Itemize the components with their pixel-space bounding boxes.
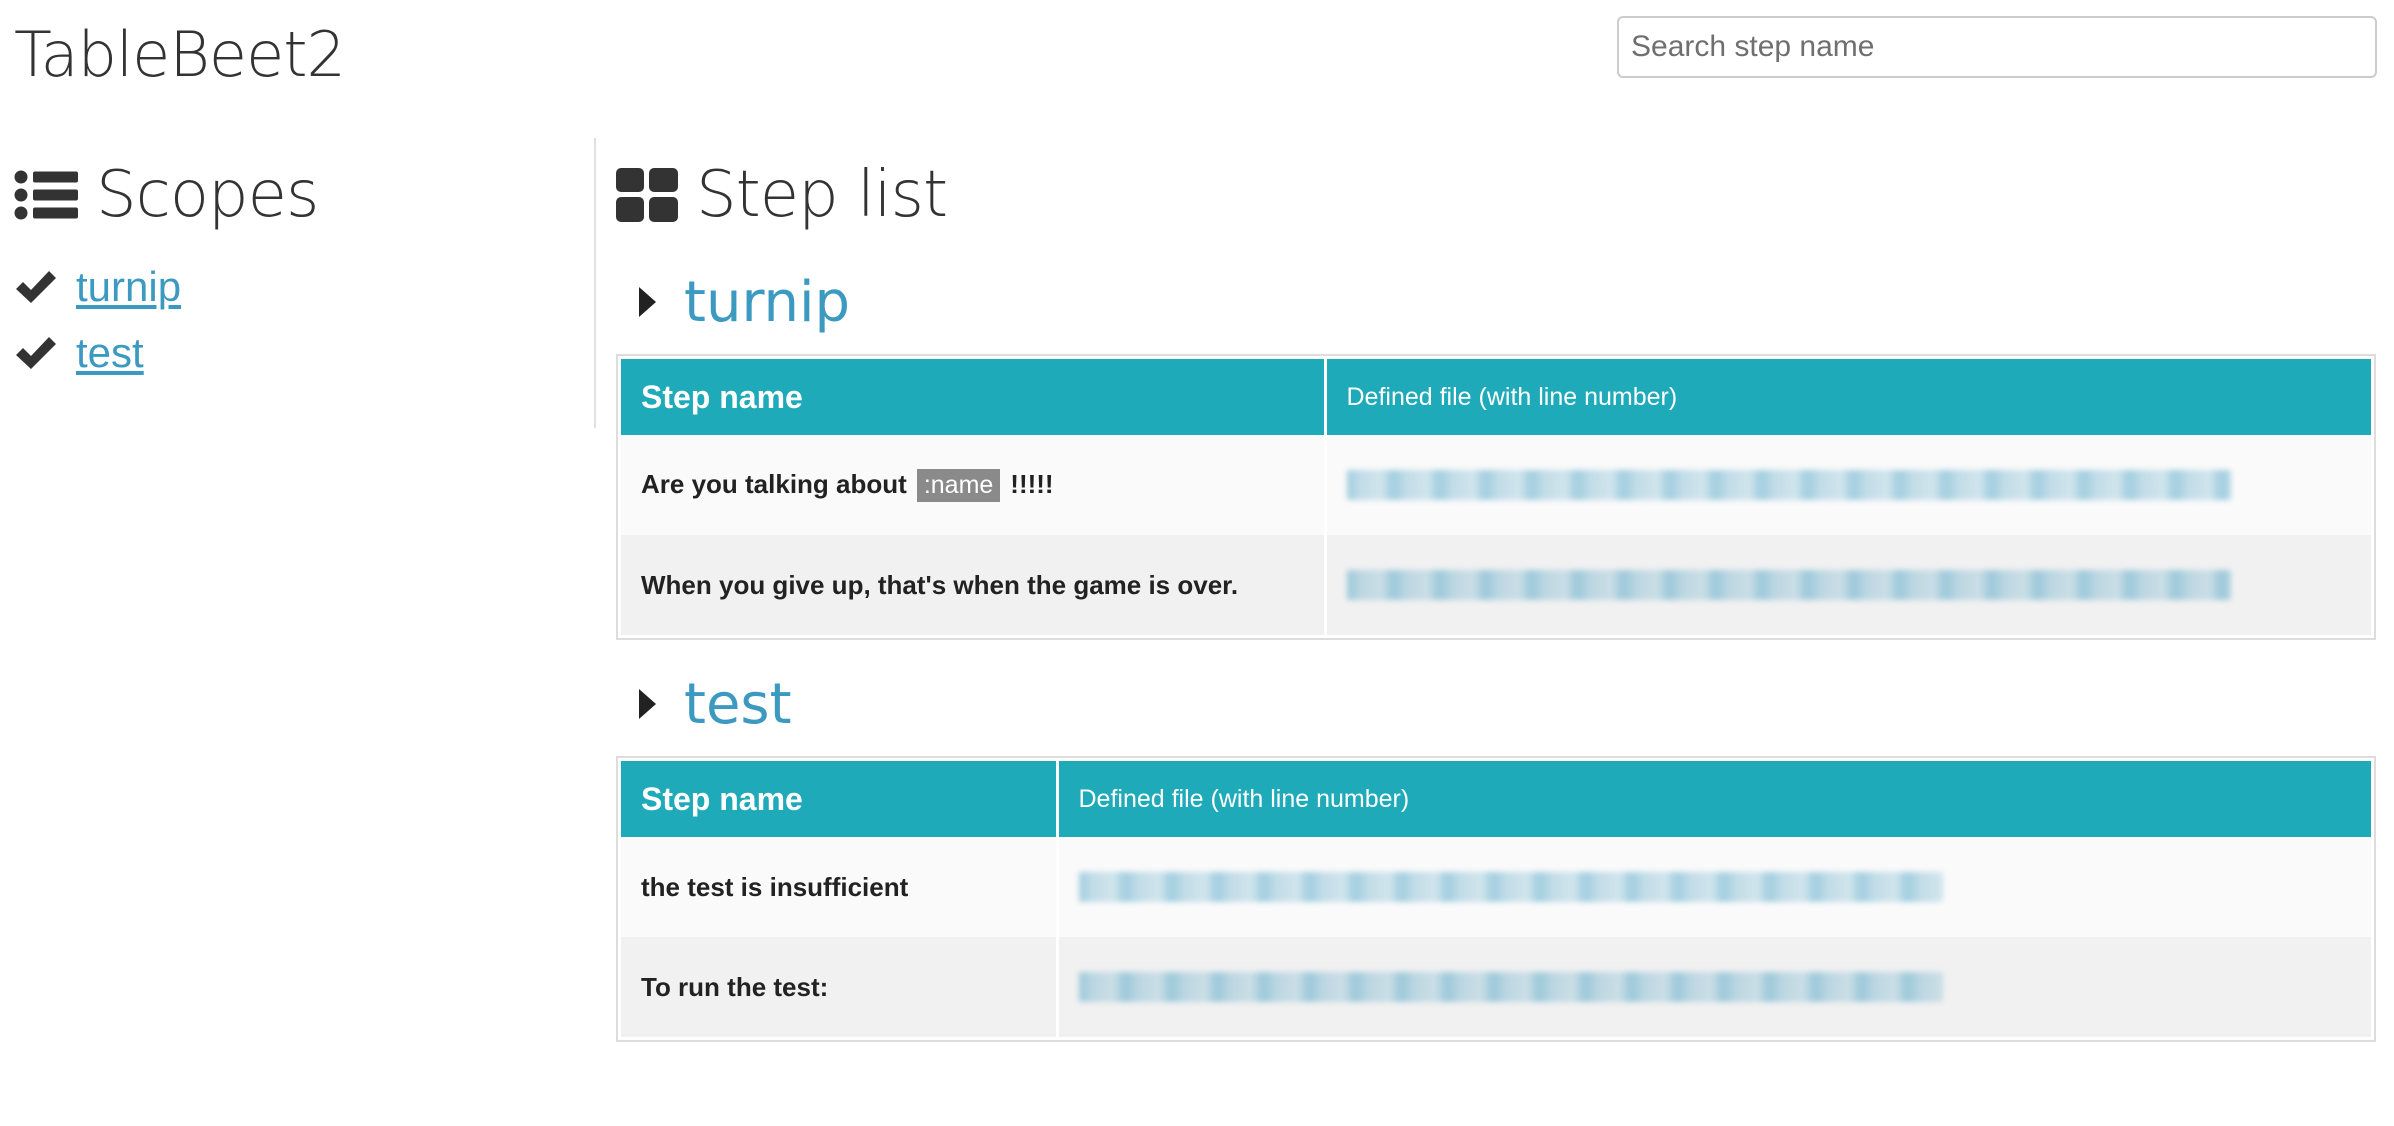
table-row: To run the test: <box>621 937 2371 1037</box>
column-header-step-name[interactable]: Step name <box>621 359 1327 435</box>
sidebar-divider <box>594 138 596 428</box>
column-header-defined-file[interactable]: Defined file (with line number) <box>1057 761 2371 837</box>
list-icon <box>14 169 78 221</box>
file-path-link[interactable] <box>1346 570 2231 600</box>
table-row: When you give up, that's when the game i… <box>621 535 2371 635</box>
step-text: the test is insufficient <box>641 871 909 902</box>
step-text: When you give up, that's when the game i… <box>641 569 1239 600</box>
sidebar: Scopes turnip test <box>14 140 574 386</box>
file-path-link[interactable] <box>1078 872 1943 902</box>
file-path-link[interactable] <box>1078 972 1943 1002</box>
file-path-link[interactable] <box>1346 470 2231 500</box>
column-header-defined-file[interactable]: Defined file (with line number) <box>1325 359 2371 435</box>
main-content: Step list turnip Step name Defined file … <box>616 140 2376 1042</box>
step-name-cell: Are you talking about :name!!!!! <box>621 435 1327 535</box>
brand-title[interactable]: TableBeet2 <box>14 14 346 96</box>
table-header-row: Step name Defined file (with line number… <box>621 359 2371 435</box>
step-name-cell: When you give up, that's when the game i… <box>621 535 1327 635</box>
step-list-heading: Step list <box>616 140 2376 250</box>
scope-item-turnip: turnip <box>14 254 574 320</box>
step-text: To run the test: <box>641 971 829 1002</box>
defined-file-cell <box>1057 937 2371 1037</box>
search-input[interactable] <box>1617 16 2377 78</box>
scope-section-turnip: turnip Step name Defined file (with line… <box>616 252 2376 640</box>
scopes-heading-label: Scopes <box>96 158 319 232</box>
scope-section-title: test <box>684 671 792 737</box>
step-text: Are you talking about <box>641 468 907 499</box>
column-header-step-name[interactable]: Step name <box>621 761 1059 837</box>
steps-table: Step name Defined file (with line number… <box>616 354 2376 640</box>
table-row: Are you talking about :name!!!!! <box>621 435 2371 535</box>
step-param-badge: :name <box>916 468 1001 502</box>
step-list-heading-label: Step list <box>696 158 948 232</box>
scope-section-toggle[interactable]: turnip <box>636 252 2376 352</box>
scope-link-turnip[interactable]: turnip <box>76 263 181 311</box>
caret-right-icon <box>636 687 658 721</box>
scope-section-toggle[interactable]: test <box>636 654 2376 754</box>
defined-file-cell <box>1325 435 2371 535</box>
app-page: TableBeet2 Scopes <box>0 0 2394 1126</box>
defined-file-cell <box>1325 535 2371 635</box>
step-name-cell: To run the test: <box>621 937 1059 1037</box>
steps-table: Step name Defined file (with line number… <box>616 756 2376 1042</box>
scope-list: turnip test <box>14 254 574 386</box>
table-row: the test is insufficient <box>621 837 2371 937</box>
table-header-row: Step name Defined file (with line number… <box>621 761 2371 837</box>
defined-file-cell <box>1057 837 2371 937</box>
step-name-cell: the test is insufficient <box>621 837 1059 937</box>
check-icon <box>14 267 58 307</box>
grid-icon <box>616 168 678 222</box>
scope-section-title: turnip <box>684 269 851 335</box>
step-text-suffix: !!!!! <box>1010 468 1054 499</box>
scope-link-test[interactable]: test <box>76 329 144 377</box>
scopes-heading: Scopes <box>14 140 574 250</box>
scope-item-test: test <box>14 320 574 386</box>
scope-section-test: test Step name Defined file (with line n… <box>616 654 2376 1042</box>
check-icon <box>14 333 58 373</box>
caret-right-icon <box>636 285 658 319</box>
